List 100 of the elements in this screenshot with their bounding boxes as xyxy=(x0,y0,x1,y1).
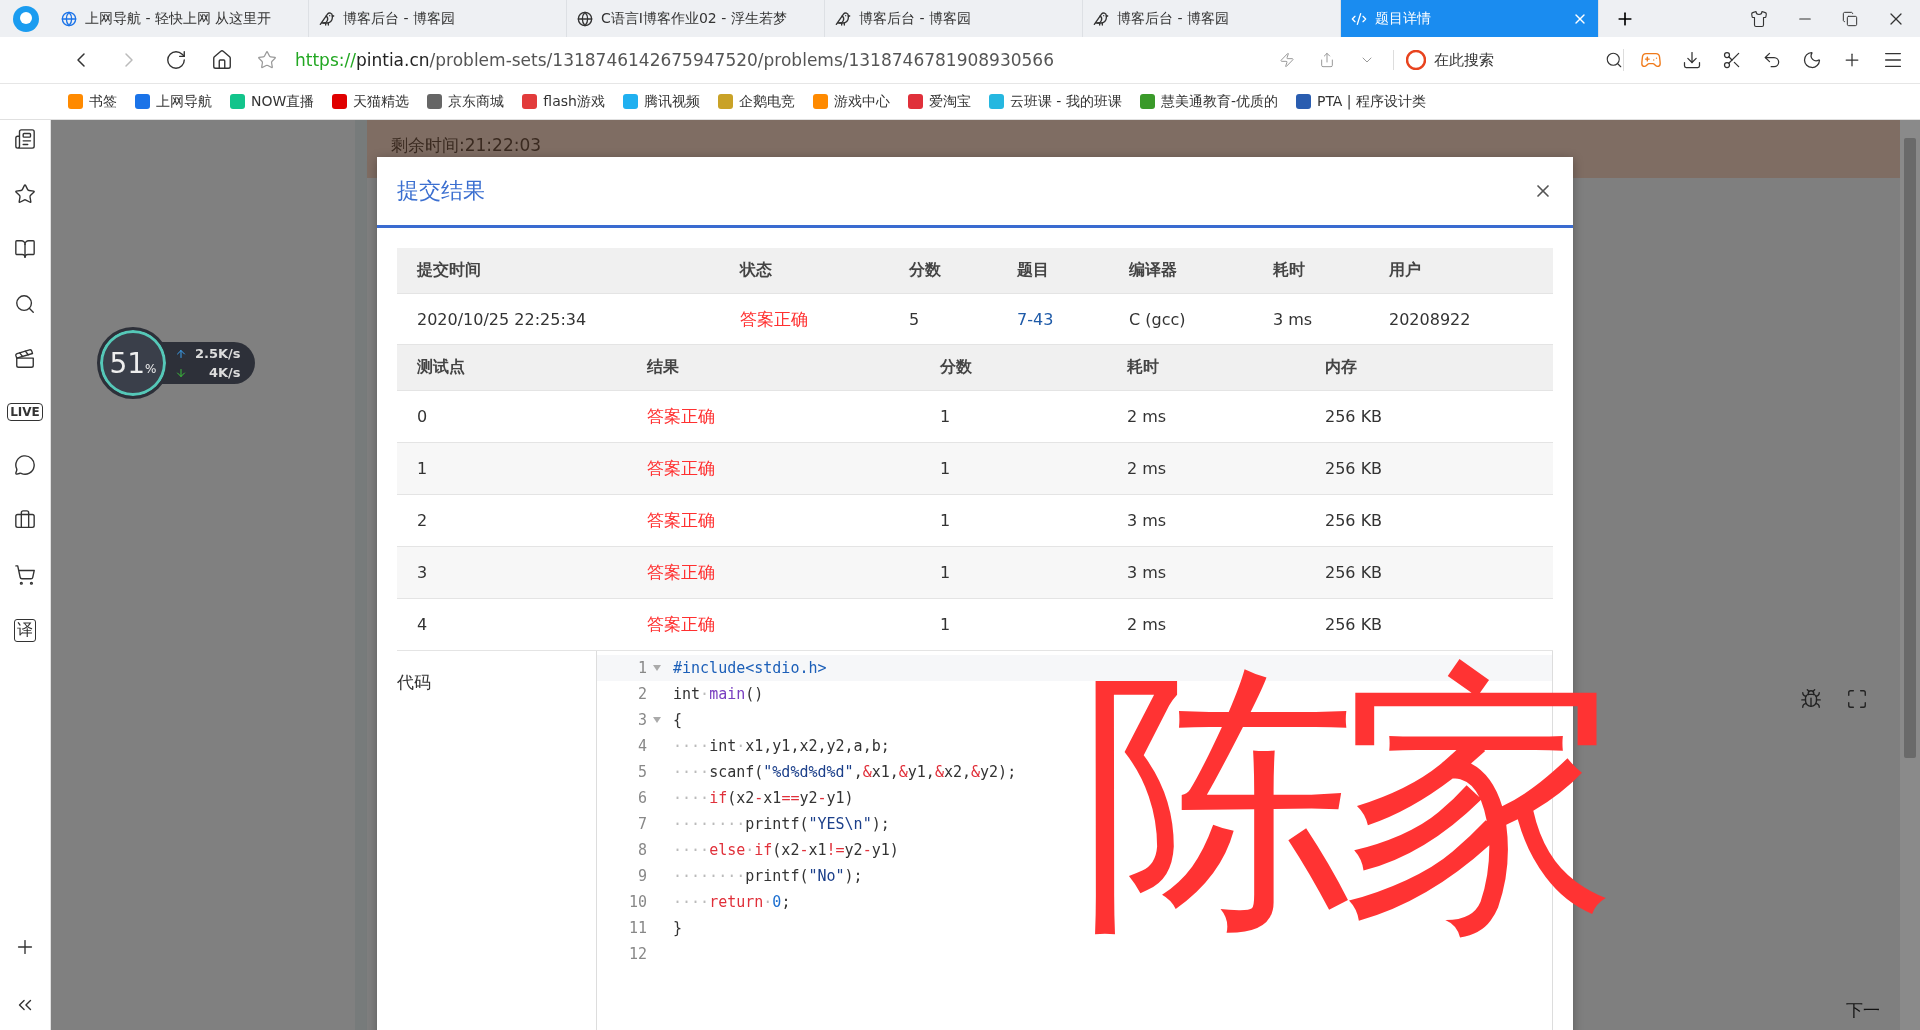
browser-logo-icon[interactable] xyxy=(11,4,40,33)
column-header: 耗时 xyxy=(1127,357,1160,378)
line-number: 5 xyxy=(636,763,647,781)
table-cell-text: 20208922 xyxy=(1389,309,1472,329)
line-number: 11 xyxy=(627,919,647,937)
home-icon[interactable] xyxy=(211,49,233,71)
address-field[interactable]: https://pintia.cn/problem-sets/1318746142675947520/problems/1318746781908930566 xyxy=(295,50,1261,70)
scissors-icon[interactable] xyxy=(1722,50,1742,70)
line-number: 12 xyxy=(627,945,647,963)
table-cell-text: 3 ms xyxy=(1273,309,1314,329)
table-cell-text: 2020/10/25 22:25:34 xyxy=(417,309,588,329)
fullscreen-icon[interactable] xyxy=(1846,688,1868,710)
table-cell-text: 256 KB xyxy=(1325,511,1384,530)
problem-link[interactable]: 7-43 xyxy=(1017,309,1129,329)
dialog-title: 提交结果 xyxy=(397,177,485,205)
line-number: 2 xyxy=(636,685,647,703)
code-label: 代码 xyxy=(397,671,432,694)
news-icon[interactable] xyxy=(14,128,36,150)
table-cell-text: 256 KB xyxy=(1325,407,1384,426)
table-cell-text: 256 KB xyxy=(1325,459,1384,478)
restore-icon[interactable] xyxy=(1842,10,1858,27)
line-number: 9 xyxy=(636,867,647,885)
book-icon[interactable] xyxy=(14,238,36,260)
code-line: ····scanf("%d%d%d%d",&x1,&y1,&x2,&y2); xyxy=(672,763,1018,781)
bookmark-link[interactable]: 天猫精选 xyxy=(332,92,410,111)
briefcase-icon[interactable] xyxy=(14,509,36,531)
line-number: 4 xyxy=(636,737,647,755)
star-icon[interactable] xyxy=(257,50,277,70)
line-number: 10 xyxy=(627,893,647,911)
table-cell-text: 答案正确 xyxy=(647,457,716,480)
search-field[interactable]: 在此搜索 xyxy=(1393,50,1623,70)
video-icon[interactable] xyxy=(14,348,36,370)
column-header: 分数 xyxy=(909,260,942,281)
code-line: ········printf("No"); xyxy=(672,867,864,885)
bookmark-link[interactable]: 企鹅电竞 xyxy=(717,92,795,111)
bookmark-link[interactable]: flash游戏 xyxy=(522,92,605,111)
line-number: 6 xyxy=(636,789,647,807)
usage-percent: 51% xyxy=(109,346,157,380)
code-line: ········printf("YES\n"); xyxy=(672,815,891,833)
bookmark-link[interactable]: PTA | 程序设计类 xyxy=(1295,92,1427,111)
bookmark-link[interactable]: 云班课 - 我的班课 xyxy=(988,92,1122,111)
shirt-icon[interactable] xyxy=(1750,9,1768,28)
undo-icon[interactable] xyxy=(1762,50,1782,70)
bird-icon xyxy=(319,10,335,27)
column-header: 分数 xyxy=(940,357,973,378)
table-cell-text: 1 xyxy=(940,407,952,426)
download-icon[interactable] xyxy=(1682,50,1702,70)
chat-icon[interactable] xyxy=(14,454,36,476)
table-cell-text: 0 xyxy=(417,407,429,426)
code-line: ····if(x2-x1==y2-y1) xyxy=(672,789,855,807)
code-line: ····else·if(x2-x1!=y2-y1) xyxy=(672,841,900,859)
table-cell-text: 2 xyxy=(417,511,429,530)
search-icon[interactable] xyxy=(1605,51,1623,69)
code-line: } xyxy=(672,919,684,937)
translate-button[interactable]: 译 xyxy=(14,619,36,642)
live-button[interactable]: LIVE xyxy=(7,403,43,421)
table-cell-text: 3 xyxy=(417,563,429,582)
upload-speed: 2.5K/s xyxy=(195,346,241,361)
bookmark-link[interactable]: 爱淘宝 xyxy=(907,92,971,111)
scrollbar[interactable] xyxy=(1900,120,1920,1030)
download-speed: 4K/s xyxy=(209,365,241,380)
table-cell-text: 1 xyxy=(417,459,429,478)
reload-icon[interactable] xyxy=(165,49,187,71)
bookmark-link[interactable]: 上网导航 xyxy=(135,92,212,111)
table-cell-text: 3 ms xyxy=(1127,511,1168,530)
upload-icon xyxy=(175,347,187,360)
search-engine-icon[interactable] xyxy=(1406,50,1426,70)
column-header: 测试点 xyxy=(417,357,466,378)
table-cell-text: 答案正确 xyxy=(740,307,809,331)
table-cell-text: 256 KB xyxy=(1325,615,1384,634)
next-link[interactable]: 下一 xyxy=(1846,999,1880,1022)
bookmark-link[interactable]: 书签 xyxy=(68,92,117,111)
bookmark-link[interactable]: 游戏中心 xyxy=(812,92,890,111)
line-number: 7 xyxy=(636,815,647,833)
table-cell-text: 2 ms xyxy=(1127,615,1168,634)
table-cell-text: 1 xyxy=(940,459,952,478)
search-icon[interactable] xyxy=(14,293,36,315)
column-header: 结果 xyxy=(647,357,680,378)
line-number: 1 xyxy=(636,659,647,677)
star-icon[interactable] xyxy=(14,183,36,205)
table-cell-text: 答案正确 xyxy=(647,561,716,584)
bird-icon xyxy=(835,10,851,27)
line-number: 3 xyxy=(636,711,647,729)
bookmark-link[interactable]: 慧美通教育-优质的 xyxy=(1139,92,1278,111)
code-line: { xyxy=(672,711,684,729)
column-header: 题目 xyxy=(1017,260,1050,281)
table-cell-text: 1 xyxy=(940,563,952,582)
table-cell-text: 5 xyxy=(909,309,921,329)
table-cell-text: 1 xyxy=(940,511,952,530)
table-cell-text: 答案正确 xyxy=(647,405,716,428)
browser-icon xyxy=(61,10,77,27)
code-line: ····return·0; xyxy=(672,893,792,911)
cart-icon[interactable] xyxy=(14,564,36,586)
bug-icon[interactable] xyxy=(1800,688,1822,710)
bookmark-link[interactable]: NOW直播 xyxy=(230,92,315,111)
line-number: 8 xyxy=(636,841,647,859)
code-line: ····int·x1,y1,x2,y2,a,b; xyxy=(672,737,891,755)
bookmark-link[interactable]: 腾讯视频 xyxy=(622,92,700,111)
bookmark-link[interactable]: 京东商城 xyxy=(427,92,505,111)
moon-icon[interactable] xyxy=(1802,50,1822,70)
